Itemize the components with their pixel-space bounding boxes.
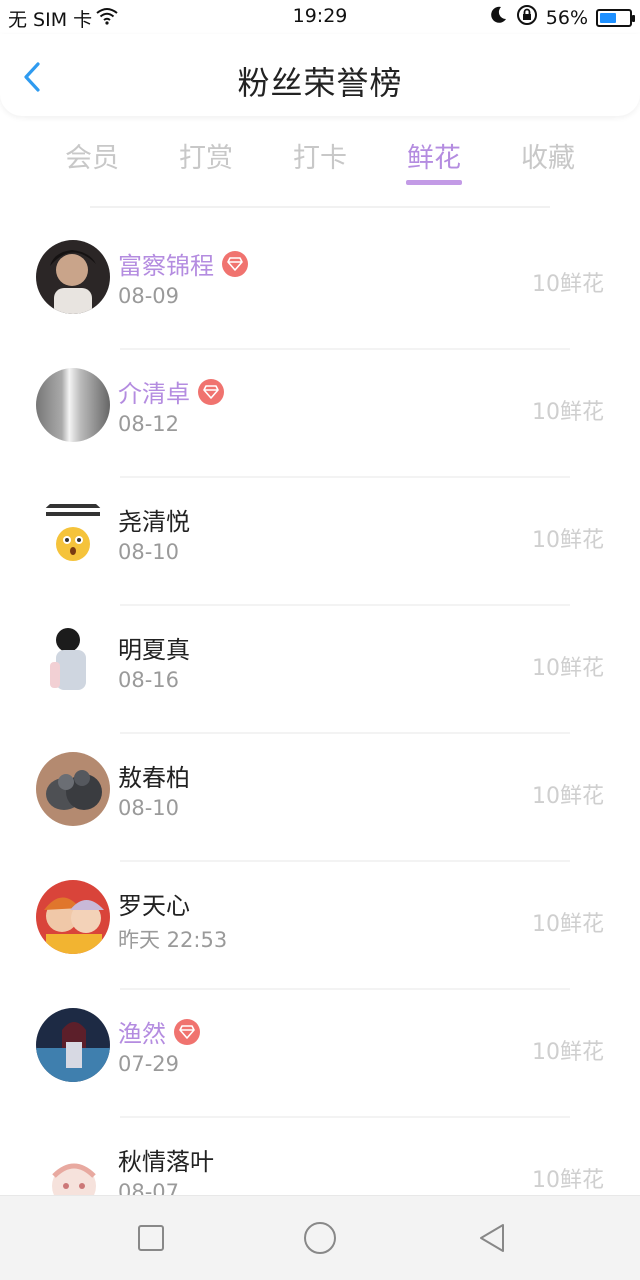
fan-date: 08-09 xyxy=(118,284,180,308)
status-bar: 无 SIM 卡 19:29 56% xyxy=(0,0,640,34)
fan-name: 富察锦程 xyxy=(118,246,248,281)
tab-bar: 会员 打赏 打卡 鲜花 收藏 xyxy=(0,128,640,194)
moon-icon xyxy=(488,5,508,30)
avatar[interactable] xyxy=(36,1008,110,1082)
tab-member[interactable]: 会员 xyxy=(32,136,152,175)
rotation-lock-icon xyxy=(516,4,538,31)
recent-apps-button[interactable] xyxy=(131,1220,171,1256)
flower-count: 10鲜花 xyxy=(532,400,604,425)
fan-name: 渔然 xyxy=(118,1014,200,1049)
flower-count: 10鲜花 xyxy=(532,912,604,937)
back-nav-button[interactable] xyxy=(472,1220,512,1256)
list-item[interactable]: 明夏真 08-16 10鲜花 xyxy=(0,604,640,734)
list-item[interactable]: 罗天心 昨天 22:53 10鲜花 xyxy=(0,860,640,990)
fan-name: 尧清悦 xyxy=(118,502,190,537)
triangle-back-icon xyxy=(480,1224,504,1252)
fan-name-text: 秋情落叶 xyxy=(118,1148,214,1176)
fan-name-text: 明夏真 xyxy=(118,636,190,664)
fan-name-text: 罗天心 xyxy=(118,892,190,920)
tab-checkin[interactable]: 打卡 xyxy=(260,136,380,175)
circle-icon xyxy=(304,1222,336,1254)
fan-name-text: 富察锦程 xyxy=(118,252,214,280)
flower-count: 10鲜花 xyxy=(532,1040,604,1065)
home-button[interactable] xyxy=(300,1220,340,1256)
avatar[interactable] xyxy=(36,496,110,570)
fan-name: 介清卓 xyxy=(118,374,224,409)
fan-name: 罗天心 xyxy=(118,886,190,921)
active-tab-indicator xyxy=(406,180,462,185)
fan-date: 08-12 xyxy=(118,412,180,436)
fan-name-text: 渔然 xyxy=(118,1020,166,1048)
battery-level xyxy=(600,12,616,23)
battery-icon xyxy=(596,8,635,27)
diamond-icon xyxy=(174,1018,200,1045)
fan-name: 敖春柏 xyxy=(118,758,190,793)
list-item[interactable]: 介清卓 08-12 10鲜花 xyxy=(0,348,640,478)
avatar[interactable] xyxy=(36,752,110,826)
flower-count: 10鲜花 xyxy=(532,1168,604,1193)
diamond-icon xyxy=(222,250,248,277)
status-right: 56% xyxy=(488,4,635,31)
fan-date: 08-10 xyxy=(118,796,180,820)
fan-name-text: 尧清悦 xyxy=(118,508,190,536)
fan-date: 08-10 xyxy=(118,540,180,564)
tab-reward[interactable]: 打赏 xyxy=(146,136,266,175)
list-item[interactable]: 富察锦程 08-09 10鲜花 xyxy=(0,220,640,350)
flower-count: 10鲜花 xyxy=(532,784,604,809)
flower-count: 10鲜花 xyxy=(532,272,604,297)
list-item[interactable]: 敖春柏 08-10 10鲜花 xyxy=(0,732,640,862)
list-item[interactable]: 渔然 07-29 10鲜花 xyxy=(0,988,640,1118)
avatar[interactable] xyxy=(36,368,110,442)
avatar[interactable] xyxy=(36,624,110,698)
flower-count: 10鲜花 xyxy=(532,528,604,553)
header: 粉丝荣誉榜 xyxy=(0,34,640,116)
page-title: 粉丝荣誉榜 xyxy=(237,64,403,102)
avatar[interactable] xyxy=(36,880,110,954)
tab-favorites[interactable]: 收藏 xyxy=(488,136,608,175)
fan-name-text: 介清卓 xyxy=(118,380,190,408)
fan-date: 08-16 xyxy=(118,668,180,692)
tab-flowers[interactable]: 鲜花 xyxy=(374,136,494,175)
fan-name: 明夏真 xyxy=(118,630,190,665)
avatar[interactable] xyxy=(36,240,110,314)
fan-name-text: 敖春柏 xyxy=(118,764,190,792)
system-nav-bar xyxy=(0,1195,640,1280)
fan-date: 昨天 22:53 xyxy=(118,928,228,952)
list-item[interactable]: 尧清悦 08-10 10鲜花 xyxy=(0,476,640,606)
diamond-icon xyxy=(198,378,224,405)
tabs-divider xyxy=(90,206,550,208)
fan-name: 秋情落叶 xyxy=(118,1142,214,1177)
battery-percent: 56% xyxy=(545,6,588,29)
square-icon xyxy=(138,1225,164,1251)
fan-date: 07-29 xyxy=(118,1052,180,1076)
flower-count: 10鲜花 xyxy=(532,656,604,681)
